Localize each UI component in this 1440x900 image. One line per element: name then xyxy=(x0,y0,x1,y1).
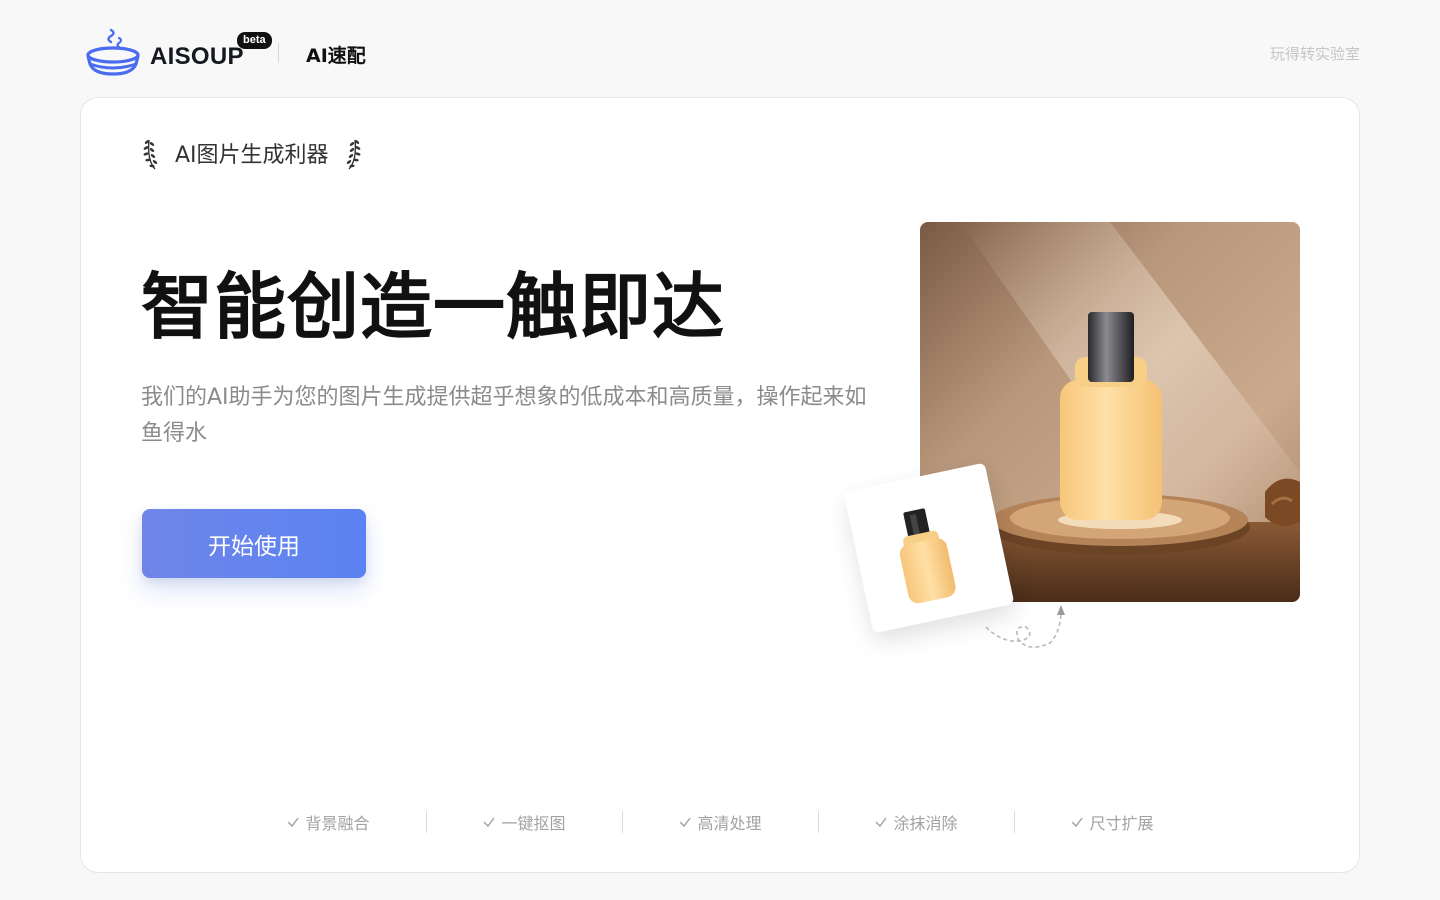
soup-bowl-icon xyxy=(86,28,140,76)
feature-label: 一键抠图 xyxy=(501,814,566,833)
feature-label: 涂抹消除 xyxy=(893,814,958,833)
hero-title: 智能创造一触即达 xyxy=(141,265,726,349)
check-icon xyxy=(875,817,888,828)
feature-label: 尺寸扩展 xyxy=(1089,814,1154,833)
check-icon xyxy=(1071,817,1084,828)
logo-text: AISOUP xyxy=(150,43,244,70)
laurel-right-icon xyxy=(346,139,361,170)
feature-item: 尺寸扩展 xyxy=(1015,810,1210,834)
feature-list: 背景融合 一键抠图 高清处理 涂抹消除 尺寸扩展 xyxy=(81,810,1359,834)
feature-item: 一键抠图 xyxy=(427,810,622,834)
check-icon xyxy=(483,817,496,828)
check-icon xyxy=(287,817,300,828)
tagline-text: AI图片生成利器 xyxy=(175,143,329,168)
hero-card: AI图片生成利器 智能创造一触即达 我们的AI助手为您的图片生成提供超乎想象的低… xyxy=(80,97,1360,873)
feature-label: 高清处理 xyxy=(697,814,762,833)
feature-item: 涂抹消除 xyxy=(819,810,1014,834)
lab-link[interactable]: 玩得转实验室 xyxy=(1270,43,1360,64)
feature-item: 高清处理 xyxy=(623,810,818,834)
start-button[interactable]: 开始使用 xyxy=(142,509,366,578)
check-icon xyxy=(679,817,692,828)
laurel-left-icon xyxy=(143,139,158,170)
hero-description: 我们的AI助手为您的图片生成提供超乎想象的低成本和高质量，操作起来如鱼得水 xyxy=(141,385,867,446)
product-name[interactable]: AI速配 xyxy=(306,41,366,68)
top-header: AISOUP beta AI速配 玩得转实验室 xyxy=(0,0,1440,97)
feature-item: 背景融合 xyxy=(231,810,426,834)
header-divider xyxy=(278,43,279,63)
beta-badge: beta xyxy=(237,32,272,49)
dashed-loop-arrow-icon xyxy=(985,605,1065,648)
feature-label: 背景融合 xyxy=(305,814,370,833)
tagline: AI图片生成利器 xyxy=(141,136,363,170)
logo[interactable]: AISOUP beta xyxy=(86,28,276,78)
